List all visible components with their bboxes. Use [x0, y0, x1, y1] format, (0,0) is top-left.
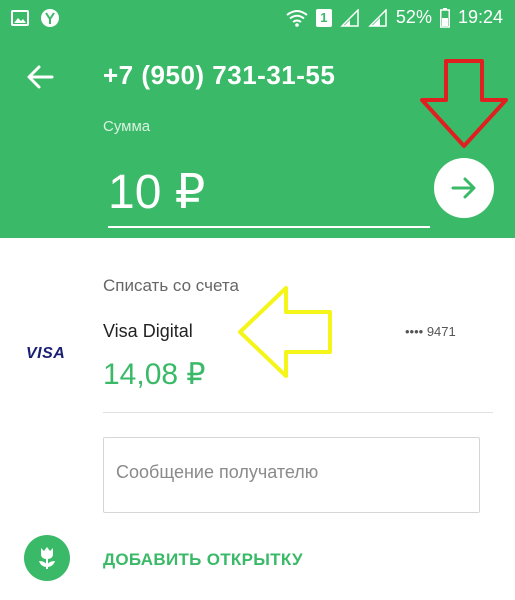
account-label: Списать со счета	[103, 276, 239, 295]
add-postcard-button[interactable]: ДОБАВИТЬ ОТКРЫТКУ	[103, 550, 303, 570]
arrow-right-icon	[451, 177, 476, 199]
tulip-icon	[39, 547, 55, 569]
cell-signal-icon-2	[368, 8, 387, 27]
card-balance: 14,08 ₽	[103, 358, 206, 391]
message-placeholder: Сообщение получателю	[116, 462, 319, 482]
message-input[interactable]: Сообщение получателю	[103, 437, 480, 513]
status-right-icons: 1 52% 19:24	[286, 7, 503, 28]
continue-button[interactable]	[434, 158, 494, 218]
sum-label: Сумма	[103, 118, 151, 135]
card-number-mask: •••• 9471	[405, 324, 456, 339]
card-name[interactable]: Visa Digital	[103, 321, 193, 342]
back-arrow-icon	[27, 65, 54, 89]
battery-icon	[439, 7, 450, 28]
image-notification-icon	[11, 10, 29, 26]
clock: 19:24	[457, 7, 503, 27]
divider	[103, 412, 493, 413]
amount-input[interactable]: 10 ₽	[108, 160, 430, 228]
sim-badge: 1	[315, 8, 332, 27]
status-bar: 1 52% 19:24	[0, 0, 515, 36]
yandex-notification-icon	[41, 9, 59, 27]
cell-signal-icon	[340, 8, 359, 27]
red-annotation-arrow-icon	[420, 59, 508, 148]
postcard-button-icon-wrap[interactable]	[24, 535, 70, 581]
recipient-phone: +7 (950) 731-31-55	[103, 60, 336, 90]
status-left-icons	[10, 8, 60, 28]
battery-percent: 52%	[395, 7, 432, 27]
visa-logo: VISA	[26, 345, 66, 362]
amount-value: 10 ₽	[108, 166, 206, 219]
yellow-annotation-arrow-icon	[238, 286, 332, 378]
transfer-header: +7 (950) 731-31-55 Сумма 10 ₽	[0, 36, 515, 238]
wifi-icon	[286, 9, 308, 27]
back-button[interactable]	[24, 60, 58, 94]
